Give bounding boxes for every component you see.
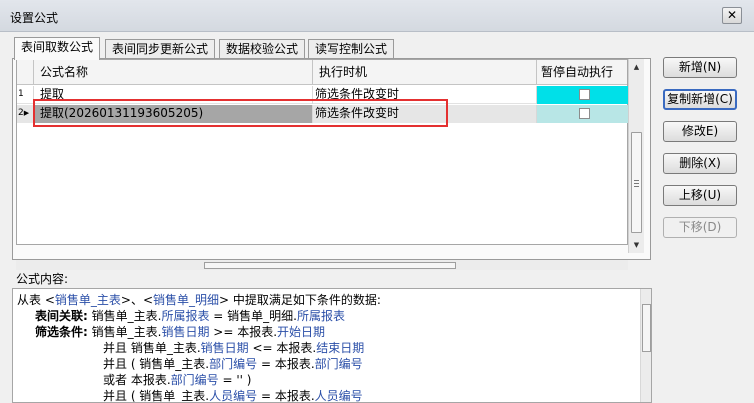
col-header-name[interactable]: 公式名称 — [34, 60, 313, 85]
delete-button[interactable]: 删除(X) — [663, 153, 737, 174]
grid-horizontal-scrollbar[interactable] — [16, 260, 628, 270]
table-row-selected[interactable]: 2▶ 提取(20260131193605205) 筛选条件改变时 — [17, 105, 630, 123]
formula-name-cell[interactable]: 提取(20260131193605205) — [34, 105, 313, 123]
content-line-6: 或者 本报表.部门编号 = '' ) — [103, 373, 252, 387]
window-title: 设置公式 — [10, 11, 59, 25]
content-vertical-scrollbar[interactable] — [640, 289, 651, 402]
row-number: 1 — [17, 86, 34, 104]
scroll-up-arrow-icon[interactable]: ▲ — [629, 59, 644, 75]
edit-button[interactable]: 修改E) — [663, 121, 737, 142]
formula-grid: 公式名称 执行时机 暂停自动执行 1 提取 筛选条件改变时 2▶ 提取(2026… — [16, 59, 630, 245]
formula-content-box[interactable]: 从表 <销售单_主表>、<销售单_明细> 中提取满足如下条件的数据: 表间关联:… — [12, 288, 652, 403]
tab-table-fetch-formula[interactable]: 表间取数公式 — [14, 37, 101, 60]
trigger-time-cell[interactable]: 筛选条件改变时 — [313, 86, 537, 104]
row-number: 2▶ — [17, 105, 34, 123]
grid-header: 公式名称 执行时机 暂停自动执行 — [17, 60, 630, 85]
col-header-paused[interactable]: 暂停自动执行 — [537, 60, 630, 85]
content-line-7: 并且 ( 销售单_主表.人员编号 = 本报表.人员编号 — [103, 389, 363, 403]
close-button[interactable]: ✕ — [722, 7, 742, 24]
scroll-thumb[interactable] — [631, 132, 642, 233]
pause-checkbox[interactable] — [579, 89, 590, 100]
hscroll-thumb[interactable] — [204, 262, 456, 269]
pause-auto-cell[interactable] — [537, 86, 630, 104]
trigger-time-cell[interactable]: 筛选条件改变时 — [313, 105, 537, 123]
content-line-1: 从表 <销售单_主表>、<销售单_明细> 中提取满足如下条件的数据: — [17, 293, 381, 307]
rownum-header — [17, 60, 34, 85]
grid-vertical-scrollbar[interactable]: ▲ ▼ — [628, 59, 644, 253]
tab-table-sync-formula[interactable]: 表间同步更新公式 — [105, 39, 216, 59]
content-line-3: 筛选条件: 销售单_主表.销售日期 >= 本报表.开始日期 — [35, 325, 326, 339]
content-line-2: 表间关联: 销售单_主表.所属报表 = 销售单_明细.所属报表 — [35, 309, 345, 323]
new-button[interactable]: 新增(N) — [663, 57, 737, 78]
tab-rw-control-formula[interactable]: 读写控制公式 — [308, 39, 395, 59]
pause-auto-cell[interactable] — [537, 105, 630, 123]
col-header-time[interactable]: 执行时机 — [313, 60, 537, 85]
pause-checkbox[interactable] — [579, 108, 590, 119]
formula-name-cell[interactable]: 提取 — [34, 86, 313, 104]
table-row[interactable]: 1 提取 筛选条件改变时 — [17, 86, 630, 104]
content-line-4: 并且 销售单_主表.销售日期 <= 本报表.结束日期 — [103, 341, 365, 355]
move-down-button[interactable]: 下移(D) — [663, 217, 737, 238]
move-up-button[interactable]: 上移(U) — [663, 185, 737, 206]
content-scroll-thumb[interactable] — [642, 304, 651, 352]
copy-new-button[interactable]: 复制新增(C) — [663, 89, 737, 110]
scroll-down-arrow-icon[interactable]: ▼ — [629, 237, 644, 253]
tab-data-validation-formula[interactable]: 数据校验公式 — [219, 39, 306, 59]
content-line-5: 并且 ( 销售单_主表.部门编号 = 本报表.部门编号 — [103, 357, 363, 371]
title-bar: 设置公式 ✕ — [0, 0, 754, 32]
formula-content-label: 公式内容: — [16, 272, 69, 286]
current-row-marker: ▶ — [23, 109, 30, 117]
